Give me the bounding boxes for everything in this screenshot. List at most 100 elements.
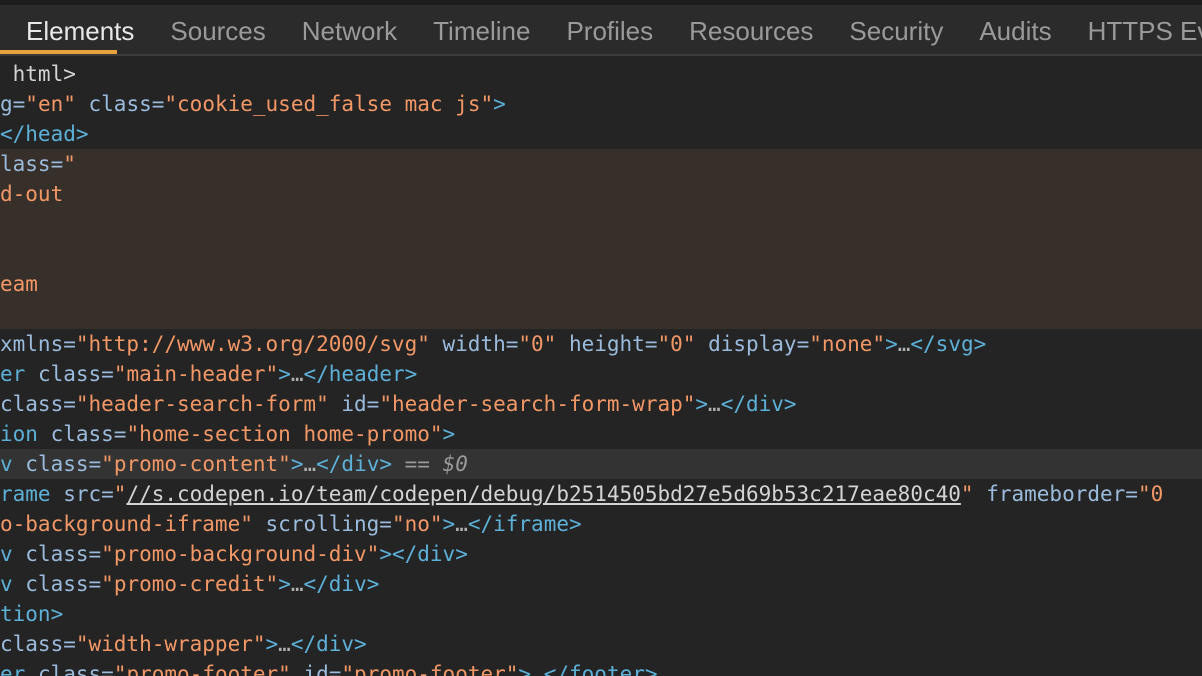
dom-row[interactable]: html>	[0, 59, 1202, 89]
dom-token-tag: </div>	[316, 452, 392, 476]
dom-token-attr: display=	[695, 332, 809, 356]
dom-token-val: "cookie_used_false mac js"	[164, 92, 493, 116]
dom-row[interactable]: v class="promo-content">…</div> == $0	[0, 449, 1202, 479]
dom-row[interactable]	[0, 299, 1202, 329]
dom-token-attr: class=	[38, 422, 127, 446]
dom-row[interactable]: class="header-search-form" id="header-se…	[0, 389, 1202, 419]
elements-dom-tree[interactable]: html> g="en" class="cookie_used_false mac…	[0, 56, 1202, 676]
dom-token-attr: scrolling=	[253, 512, 392, 536]
dom-token-attr: class=	[13, 452, 102, 476]
dom-row[interactable]: tion>	[0, 599, 1202, 629]
dom-token-val: "no"	[392, 512, 443, 536]
dom-token-ellipsis: …	[291, 572, 304, 596]
dom-token-val: "promo-footer"	[114, 662, 291, 676]
dom-token-tag: </div>	[291, 632, 367, 656]
dom-token-val: "none"	[809, 332, 885, 356]
dom-token-tag: v	[0, 542, 13, 566]
dom-row[interactable]: v class="promo-background-div"></div>	[0, 539, 1202, 569]
dom-row[interactable]: v class="promo-credit">…</div>	[0, 569, 1202, 599]
dom-token-ellipsis: …	[898, 332, 911, 356]
dom-token-tag: >	[443, 422, 456, 446]
dom-token-link[interactable]: //s.codepen.io/team/codepen/debug/b25145…	[126, 482, 960, 506]
dom-token-val: eam	[0, 272, 38, 296]
dom-token-tag: </header>	[304, 362, 418, 386]
dom-token-tag: v	[0, 452, 13, 476]
dom-token-val: "promo-footer"	[341, 662, 518, 676]
dom-token-attr: width=	[430, 332, 519, 356]
dom-token-val: "header-search-form"	[76, 392, 329, 416]
tab-sources[interactable]: Sources	[152, 7, 283, 55]
dom-row[interactable]: d-out	[0, 179, 1202, 209]
dom-row[interactable]: class="width-wrapper">…</div>	[0, 629, 1202, 659]
dom-token-ellipsis: …	[278, 632, 291, 656]
dom-token-tag: >	[885, 332, 898, 356]
dom-row[interactable]	[0, 209, 1202, 239]
dom-token-ellipsis: …	[303, 452, 316, 476]
dom-token-val: "0	[1138, 482, 1163, 506]
dom-token-tag: er	[0, 362, 25, 386]
dom-token-tag: </footer>	[544, 662, 658, 676]
dom-row[interactable]: xmlns="http://www.w3.org/2000/svg" width…	[0, 329, 1202, 359]
dom-token-val: "header-search-form-wrap"	[379, 392, 695, 416]
dom-token-ref: == $0	[405, 452, 468, 476]
dom-row[interactable]: lass="	[0, 149, 1202, 179]
dom-token-attr: id=	[291, 662, 342, 676]
dom-token-val: "en"	[25, 92, 76, 116]
dom-token-ellipsis: …	[291, 362, 304, 386]
dom-token-tag: >	[278, 572, 291, 596]
dom-token-val: "home-section home-promo"	[126, 422, 442, 446]
dom-token-attr: class=	[0, 392, 76, 416]
dom-row[interactable]: ion class="home-section home-promo">	[0, 419, 1202, 449]
dom-token-val: "	[63, 152, 76, 176]
dom-row[interactable]: g="en" class="cookie_used_false mac js">	[0, 89, 1202, 119]
devtools-tabbar: ElementsSourcesNetworkTimelineProfilesRe…	[0, 5, 1202, 56]
dom-token-tag: >	[278, 362, 291, 386]
dom-row[interactable]: er class="promo-footer" id="promo-footer…	[0, 659, 1202, 676]
tab-elements[interactable]: Elements	[8, 7, 152, 55]
dom-token-val: "0"	[518, 332, 556, 356]
dom-token-tag: tion>	[0, 602, 63, 626]
tab-audits[interactable]: Audits	[961, 7, 1069, 55]
dom-token-attr: xmlns=	[0, 332, 76, 356]
dom-token-tag: >	[518, 662, 531, 676]
dom-token-attr: id=	[329, 392, 380, 416]
dom-row[interactable]: eam	[0, 269, 1202, 299]
dom-row[interactable]: er class="main-header">…</header>	[0, 359, 1202, 389]
dom-token-val: d-out	[0, 182, 63, 206]
dom-token-tag: </div>	[304, 572, 380, 596]
dom-row[interactable]	[0, 239, 1202, 269]
dom-token-val: o-background-iframe"	[0, 512, 253, 536]
dom-token-tag: ion	[0, 422, 38, 446]
tab-security[interactable]: Security	[831, 7, 961, 55]
dom-token-val: "promo-content"	[101, 452, 291, 476]
dom-token-tag: rame	[0, 482, 51, 506]
dom-token-plain: html>	[0, 62, 76, 86]
dom-token-val: "http://www.w3.org/2000/svg"	[76, 332, 430, 356]
dom-token-attr: src=	[51, 482, 114, 506]
tab-timeline[interactable]: Timeline	[415, 7, 548, 55]
tab-profiles[interactable]: Profiles	[548, 7, 671, 55]
dom-token-plain	[392, 452, 405, 476]
dom-token-tag: </div>	[392, 542, 468, 566]
dom-row[interactable]: </head>	[0, 119, 1202, 149]
dom-token-tag: >	[266, 632, 279, 656]
dom-token-attr: class=	[0, 632, 76, 656]
dom-token-val: "	[114, 482, 127, 506]
dom-token-attr: class=	[13, 572, 102, 596]
dom-token-tag: >	[291, 452, 304, 476]
tab-network[interactable]: Network	[284, 7, 415, 55]
dom-token-tag: >	[493, 92, 506, 116]
dom-row[interactable]: o-background-iframe" scrolling="no">…</i…	[0, 509, 1202, 539]
dom-token-tag: >	[695, 392, 708, 416]
dom-token-attr: class=	[76, 92, 165, 116]
dom-token-tag: >	[379, 542, 392, 566]
dom-token-tag: >	[443, 512, 456, 536]
dom-token-tag: </head>	[0, 122, 89, 146]
tab-resources[interactable]: Resources	[671, 7, 831, 55]
dom-token-val: "	[961, 482, 974, 506]
dom-token-tag: er	[0, 662, 25, 676]
dom-row[interactable]: rame src="//s.codepen.io/team/codepen/de…	[0, 479, 1202, 509]
tab-https-everywhere[interactable]: HTTPS Everywhere	[1070, 7, 1202, 55]
dom-token-tag: </div>	[721, 392, 797, 416]
dom-token-ellipsis: …	[531, 662, 544, 676]
